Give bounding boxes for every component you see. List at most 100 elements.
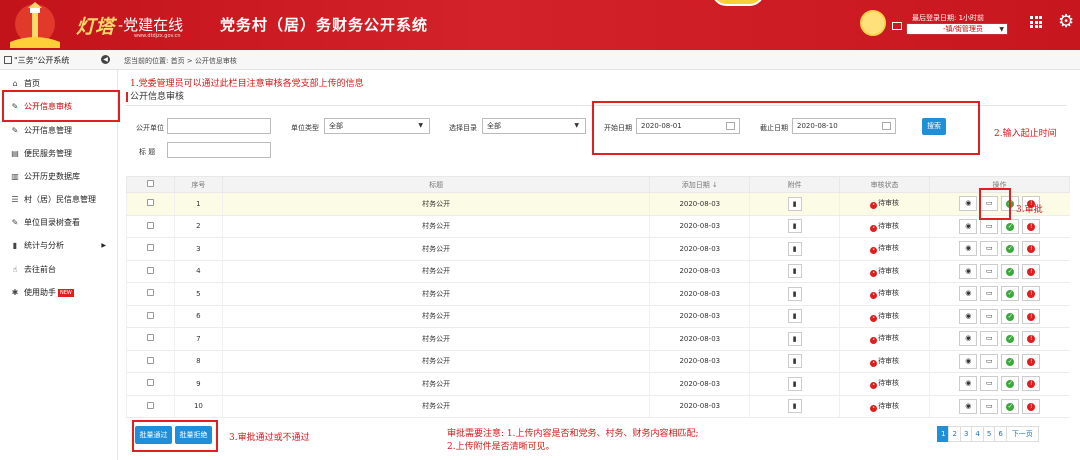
approve-check-icon[interactable]: ✓ <box>1001 308 1020 324</box>
view-eye-icon[interactable]: ◉ <box>959 286 978 302</box>
sidebar-item-help[interactable]: ✱ 使用助手 NEW <box>0 282 118 304</box>
user-role-select[interactable]: -镇/街管理员 ▼ <box>906 23 1008 35</box>
help-icon: ✱ <box>11 288 19 297</box>
view-eye-icon[interactable]: ◉ <box>959 331 978 347</box>
row-checkbox[interactable] <box>146 244 154 252</box>
monitor-preview-icon[interactable]: ▭ <box>980 218 999 234</box>
row-title: 村务公开 <box>221 395 650 418</box>
reject-alert-icon[interactable]: ! <box>1022 286 1041 302</box>
catalog-select-value: 全部 <box>487 122 501 130</box>
attachment-icon[interactable]: ▮ <box>787 399 802 414</box>
sidebar-item-statistics[interactable]: ▮ 统计与分析 ▶ <box>0 235 118 257</box>
row-checkbox[interactable] <box>146 401 154 409</box>
view-eye-icon[interactable]: ◉ <box>959 218 978 234</box>
view-eye-icon[interactable]: ◉ <box>959 376 978 392</box>
attachment-icon[interactable]: ▮ <box>787 241 802 256</box>
reject-alert-icon[interactable]: ! <box>1022 376 1041 392</box>
attachment-icon[interactable]: ▮ <box>787 376 802 391</box>
attachment-icon[interactable]: ▮ <box>787 309 802 324</box>
reject-alert-icon[interactable]: ! <box>1022 241 1041 257</box>
row-select-cell[interactable] <box>126 350 175 373</box>
row-date: 2020-08-03 <box>649 372 750 396</box>
attachment-icon[interactable]: ▮ <box>787 286 802 301</box>
catalog-select[interactable]: 全部 ▼ <box>482 118 586 134</box>
row-select-cell[interactable] <box>126 237 175 261</box>
row-checkbox[interactable] <box>146 379 154 387</box>
row-select-cell[interactable] <box>126 372 175 396</box>
row-checkbox[interactable] <box>146 311 154 319</box>
attachment-icon[interactable]: ▮ <box>787 264 802 279</box>
pending-icon: • <box>870 292 878 300</box>
sidebar-item-frontend[interactable]: ☝ 去往前台 <box>0 259 118 281</box>
reject-alert-icon[interactable]: ! <box>1022 308 1041 324</box>
edit-icon: ✎ <box>11 126 19 135</box>
reject-alert-icon[interactable]: ! <box>1022 398 1041 414</box>
monitor-preview-icon[interactable]: ▭ <box>980 353 999 369</box>
monitor-preview-icon[interactable]: ▭ <box>980 398 999 414</box>
approve-check-icon[interactable]: ✓ <box>1001 263 1020 279</box>
row-select-cell[interactable] <box>126 395 175 418</box>
apps-grid-icon[interactable] <box>1030 16 1042 28</box>
approve-check-icon[interactable]: ✓ <box>1001 331 1020 347</box>
row-checkbox[interactable] <box>146 266 154 274</box>
attachment-icon[interactable]: ▮ <box>787 196 802 211</box>
next-page-button[interactable]: 下一页 <box>1005 426 1039 442</box>
view-eye-icon[interactable]: ◉ <box>959 196 978 212</box>
approve-check-icon[interactable]: ✓ <box>1001 241 1020 257</box>
view-eye-icon[interactable]: ◉ <box>959 398 978 414</box>
row-checkbox[interactable] <box>146 289 154 297</box>
col-date[interactable]: 添加日期 ↓ <box>649 176 751 193</box>
row-select-cell[interactable] <box>126 282 175 306</box>
monitor-preview-icon[interactable]: ▭ <box>980 331 999 347</box>
row-status-cell: • 待审核 <box>839 260 930 283</box>
type-select[interactable]: 全部 ▼ <box>324 118 430 134</box>
collapse-sidebar-icon[interactable]: ◀ <box>101 55 110 64</box>
row-attachment-cell: ▮ <box>749 372 840 396</box>
reject-alert-icon[interactable]: ! <box>1022 263 1041 279</box>
approve-check-icon[interactable]: ✓ <box>1001 398 1020 414</box>
sidebar-item-service-manage[interactable]: ▤ 便民服务管理 <box>0 143 118 165</box>
unit-label: 公开单位 <box>136 124 164 132</box>
approve-check-icon[interactable]: ✓ <box>1001 286 1020 302</box>
sidebar-item-resident-info[interactable]: ☰ 村（居）民信息管理 <box>0 189 118 211</box>
reject-alert-icon[interactable]: ! <box>1022 353 1041 369</box>
row-checkbox[interactable] <box>146 199 154 207</box>
monitor-preview-icon[interactable]: ▭ <box>980 308 999 324</box>
view-eye-icon[interactable]: ◉ <box>959 308 978 324</box>
row-select-cell[interactable] <box>126 192 175 216</box>
gear-icon[interactable]: ⚙ <box>1058 11 1074 32</box>
attachment-icon[interactable]: ▮ <box>787 219 802 234</box>
unit-input[interactable] <box>167 118 271 134</box>
attachment-icon[interactable]: ▮ <box>787 354 802 369</box>
row-select-cell[interactable] <box>126 327 175 351</box>
row-attachment-cell: ▮ <box>749 260 840 283</box>
approve-check-icon[interactable]: ✓ <box>1001 218 1020 234</box>
monitor-preview-icon[interactable]: ▭ <box>980 241 999 257</box>
monitor-preview-icon[interactable]: ▭ <box>980 286 999 302</box>
select-all-header[interactable] <box>126 176 175 193</box>
sidebar-item-info-manage[interactable]: ✎ 公开信息管理 <box>0 120 118 142</box>
row-status: 待审核 <box>878 266 900 275</box>
row-date: 2020-08-03 <box>649 305 750 328</box>
row-checkbox[interactable] <box>146 356 154 364</box>
row-checkbox[interactable] <box>146 221 154 229</box>
view-eye-icon[interactable]: ◉ <box>959 353 978 369</box>
sidebar-item-history-db[interactable]: ▥ 公开历史数据库 <box>0 166 118 188</box>
view-eye-icon[interactable]: ◉ <box>959 263 978 279</box>
view-eye-icon[interactable]: ◉ <box>959 241 978 257</box>
select-all-checkbox[interactable] <box>146 180 154 187</box>
approve-check-icon[interactable]: ✓ <box>1001 376 1020 392</box>
row-ops-cell: ◉ ▭ ✓! <box>929 350 1070 373</box>
row-checkbox[interactable] <box>146 334 154 342</box>
row-select-cell[interactable] <box>126 305 175 328</box>
sidebar-item-unit-tree[interactable]: ✎ 单位目录树查看 <box>0 212 118 234</box>
reject-alert-icon[interactable]: ! <box>1022 331 1041 347</box>
monitor-preview-icon[interactable]: ▭ <box>980 376 999 392</box>
reject-alert-icon[interactable]: ! <box>1022 218 1041 234</box>
title-input[interactable] <box>167 142 271 158</box>
approve-check-icon[interactable]: ✓ <box>1001 353 1020 369</box>
attachment-icon[interactable]: ▮ <box>787 331 802 346</box>
monitor-preview-icon[interactable]: ▭ <box>980 263 999 279</box>
row-select-cell[interactable] <box>126 260 175 283</box>
row-select-cell[interactable] <box>126 215 175 238</box>
